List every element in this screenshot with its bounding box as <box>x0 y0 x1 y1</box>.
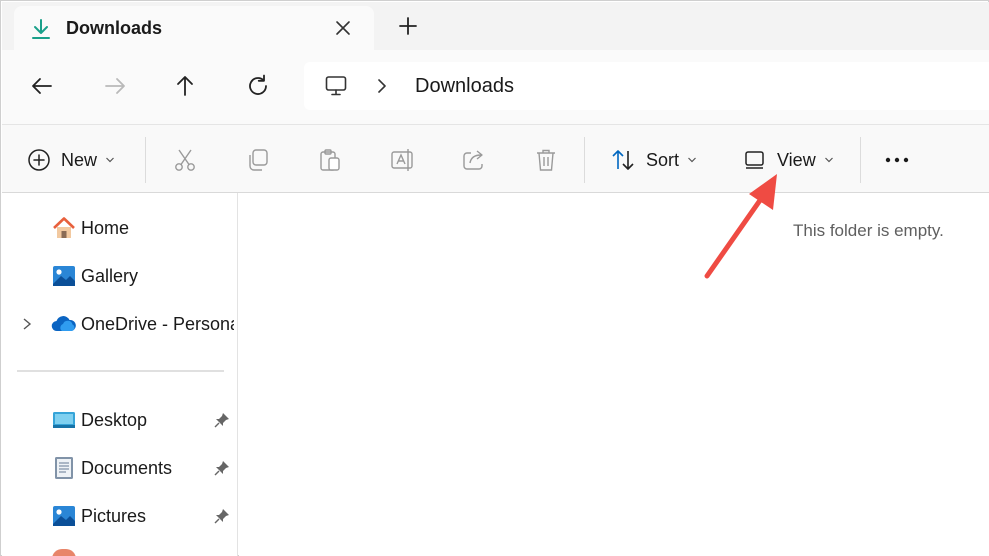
paste-icon[interactable] <box>317 147 343 173</box>
more-options-icon[interactable] <box>884 147 910 173</box>
documents-icon <box>55 457 73 479</box>
sort-button[interactable]: Sort <box>610 147 697 173</box>
chevron-right-icon[interactable] <box>374 76 390 96</box>
share-icon[interactable] <box>461 147 487 173</box>
tab-title: Downloads <box>66 18 163 38</box>
command-separator <box>145 137 146 183</box>
command-bar: New Sort View <box>2 124 989 193</box>
sidebar-item-label: OneDrive - Personal <box>81 314 234 334</box>
file-list-area[interactable]: This folder is empty. <box>239 193 989 556</box>
annotation-arrow-icon <box>704 174 777 279</box>
back-arrow-icon[interactable] <box>29 73 55 99</box>
sidebar-divider <box>17 370 224 372</box>
new-button[interactable]: New <box>27 147 115 173</box>
copy-icon[interactable] <box>245 147 271 173</box>
desktop-folder-icon <box>53 412 75 428</box>
sidebar-item-home[interactable]: Home <box>2 210 238 246</box>
navigation-row: Downloads <box>2 50 989 124</box>
refresh-icon[interactable] <box>245 73 271 99</box>
pin-icon[interactable] <box>213 507 231 525</box>
chevron-right-icon[interactable] <box>20 316 34 332</box>
address-bar[interactable]: Downloads <box>304 62 989 110</box>
command-separator <box>584 137 585 183</box>
file-explorer-window: Downloads Downloads New Sort View Home G… <box>0 0 989 556</box>
close-icon[interactable] <box>332 17 354 39</box>
sidebar-item-label: Home <box>81 218 130 238</box>
sort-icon <box>612 150 634 170</box>
sidebar-item-gallery[interactable]: Gallery <box>2 258 238 294</box>
home-icon <box>53 217 75 238</box>
sidebar-item-onedrive[interactable]: OneDrive - Personal <box>2 306 238 342</box>
sidebar-item-label: Documents <box>81 458 173 478</box>
chevron-down-icon <box>824 157 833 163</box>
chevron-down-icon <box>106 157 114 163</box>
tab-bar: Downloads <box>2 2 989 50</box>
cut-icon[interactable] <box>172 147 198 173</box>
new-tab-plus-icon[interactable] <box>396 14 420 38</box>
music-icon <box>52 549 76 556</box>
plus-circle-icon <box>28 149 50 171</box>
pin-icon[interactable] <box>213 411 231 429</box>
pin-icon[interactable] <box>213 459 231 477</box>
sidebar-item-pictures[interactable]: Pictures <box>2 498 238 534</box>
sidebar-item-label: Pictures <box>81 506 147 526</box>
this-pc-icon <box>325 76 347 96</box>
sidebar-item-label: Gallery <box>81 266 139 286</box>
breadcrumb-downloads[interactable]: Downloads <box>415 75 514 98</box>
chevron-down-icon <box>688 157 696 163</box>
sidebar-item-documents[interactable]: Documents <box>2 450 238 486</box>
sort-label: Sort <box>646 149 680 170</box>
new-label: New <box>61 149 98 170</box>
up-arrow-icon[interactable] <box>172 73 198 99</box>
tab-downloads[interactable]: Downloads <box>14 6 374 50</box>
rename-icon[interactable] <box>389 147 415 173</box>
empty-folder-message: This folder is empty. <box>793 221 944 240</box>
navigation-pane: Home Gallery OneDrive - Personal Desktop… <box>2 193 238 556</box>
sidebar-item-desktop[interactable]: Desktop <box>2 402 238 438</box>
download-icon <box>32 19 50 39</box>
pictures-icon <box>53 506 75 526</box>
sidebar-item-label: Desktop <box>81 410 148 430</box>
command-separator <box>860 137 861 183</box>
delete-icon[interactable] <box>533 147 559 173</box>
gallery-icon <box>53 266 75 286</box>
onedrive-cloud-icon <box>51 316 76 332</box>
forward-arrow-icon[interactable] <box>102 73 128 99</box>
